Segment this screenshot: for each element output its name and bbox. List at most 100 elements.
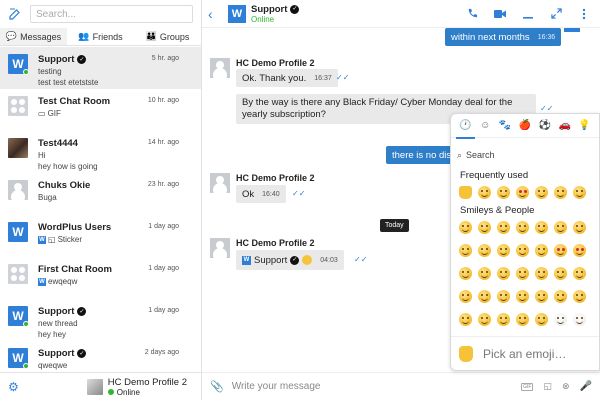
emoji[interactable] [535, 221, 548, 234]
compose-icon[interactable] [8, 7, 22, 21]
conversation-preview: testing [38, 67, 62, 76]
emoji[interactable] [573, 221, 586, 234]
emoji[interactable] [497, 221, 510, 234]
thumbs-up-emoji[interactable] [459, 186, 472, 199]
avatar: W [8, 222, 28, 242]
mention-chip[interactable]: W Support ✓ [242, 255, 313, 266]
objects-icon[interactable]: 💡 [578, 119, 591, 133]
emoji[interactable] [554, 221, 567, 234]
conversation-item[interactable]: First Chat Room Wewqeqw 1 day ago [0, 257, 201, 299]
emoji[interactable] [478, 290, 491, 303]
search-icon: ⌕ [457, 149, 463, 160]
tab-groups[interactable]: 👪 Groups [134, 28, 201, 45]
emoji[interactable] [459, 267, 472, 280]
grin-emoji[interactable] [535, 186, 548, 199]
food-icon[interactable]: 🍎 [519, 119, 532, 133]
incoming-message[interactable]: W Support ✓ 04:03 [236, 250, 344, 270]
emoji[interactable] [573, 290, 586, 303]
emoji[interactable] [516, 313, 529, 326]
heart-eyes-emoji[interactable] [516, 186, 529, 199]
outgoing-message[interactable]: within next months 16:36 [445, 28, 562, 46]
emoji[interactable] [535, 244, 548, 257]
back-arrow-icon[interactable]: ‹ [208, 6, 222, 22]
emoji[interactable] [478, 267, 491, 280]
sticker-icon[interactable]: ◱ [543, 381, 552, 392]
gif-button[interactable]: GIF [521, 382, 534, 391]
emoji[interactable] [516, 290, 529, 303]
laugh-emoji[interactable] [554, 186, 567, 199]
emoji[interactable] [497, 290, 510, 303]
emoji[interactable] [535, 267, 548, 280]
emoji[interactable] [478, 244, 491, 257]
tab-friends[interactable]: 👥 Friends [67, 28, 134, 45]
conversation-item[interactable]: W Support ✓ qweqwe 2 days ago [0, 341, 201, 372]
sidebar-footer: ⚙ HC Demo Profile 2 Online [0, 372, 201, 400]
gear-icon[interactable]: ⚙ [8, 380, 19, 394]
chat-title[interactable]: Support ✓ [251, 4, 300, 15]
emoji[interactable] [554, 244, 567, 257]
emoji[interactable] [554, 267, 567, 280]
outgoing-message[interactable]: there is no disc [386, 146, 456, 164]
video-icon[interactable] [494, 8, 506, 20]
message-input[interactable] [231, 376, 522, 397]
emoji-picker: 🕐 ☺ 🐾 🍎 ⚽ 🚗 💡 ⌕ Frequently used Smileys … [450, 113, 600, 371]
kiss-emoji[interactable] [497, 186, 510, 199]
conversation-item[interactable]: Chuks Okie Buga 23 hr. ago [0, 173, 201, 215]
smiley-icon[interactable]: ☺ [479, 119, 492, 133]
emoji[interactable] [554, 313, 567, 326]
activity-icon[interactable]: ⚽ [538, 119, 551, 133]
microphone-icon[interactable]: 🎤 [580, 381, 592, 392]
emoji[interactable] [535, 313, 548, 326]
emoji[interactable] [478, 221, 491, 234]
emoji[interactable] [516, 244, 529, 257]
emoji[interactable] [535, 290, 548, 303]
phone-icon[interactable] [466, 8, 478, 20]
read-check-icon: ✓✓ [354, 255, 368, 264]
minimize-icon[interactable] [522, 8, 534, 20]
conversation-item[interactable]: W WordPlus Users W ◱ Sticker 1 day ago [0, 215, 201, 257]
emoji[interactable] [497, 313, 510, 326]
emoji[interactable] [459, 221, 472, 234]
emoji[interactable] [459, 290, 472, 303]
conversation-item[interactable]: W Support ✓ testing test test etetstste 5… [0, 47, 201, 89]
recent-icon[interactable]: 🕐 [456, 119, 475, 139]
emoji[interactable] [459, 313, 472, 326]
users-icon: 👥 [78, 31, 90, 41]
current-user[interactable]: HC Demo Profile 2 Online [86, 376, 187, 397]
emoji[interactable] [554, 290, 567, 303]
verified-icon: ✓ [77, 349, 87, 358]
sidebar-tabs: 💬 Messages 👥 Friends 👪 Groups [0, 28, 201, 46]
avatar: W [564, 28, 580, 32]
emoji[interactable] [497, 267, 510, 280]
emoji[interactable] [573, 267, 586, 280]
expand-icon[interactable] [550, 8, 562, 20]
incoming-message[interactable]: Ok. Thank you. 16:37 [236, 69, 338, 87]
group-avatar [8, 96, 28, 116]
emoji[interactable] [516, 267, 529, 280]
paperclip-icon[interactable]: 📎 [210, 380, 224, 393]
emoji[interactable] [478, 313, 491, 326]
cancel-icon[interactable]: ⊗ [562, 381, 570, 392]
sweat-smile-emoji[interactable] [573, 186, 586, 199]
conversation-item[interactable]: Test Chat Room ▭ GIF 10 hr. ago [0, 89, 201, 131]
emoji[interactable] [516, 221, 529, 234]
emoji[interactable] [497, 244, 510, 257]
verified-icon: ✓ [290, 4, 300, 14]
animal-icon[interactable]: 🐾 [499, 119, 512, 133]
incoming-message[interactable]: Ok 16:40 [236, 185, 286, 203]
current-user-name: HC Demo Profile 2 [107, 376, 187, 388]
message-time: 16:40 [262, 190, 280, 198]
emoji[interactable] [459, 244, 472, 257]
conversation-item[interactable]: Test4444 Hi hey how is going 14 hr. ago [0, 131, 201, 173]
smile-emoji[interactable] [478, 186, 491, 199]
more-options-icon[interactable] [578, 8, 590, 20]
emoji[interactable] [573, 244, 586, 257]
chat-header: ‹ W Support ✓ Online [202, 0, 600, 28]
emoji[interactable] [573, 313, 586, 326]
conversation-item[interactable]: W Support ✓ new thread hey hey 1 day ago [0, 299, 201, 341]
emoji-search-input[interactable] [466, 150, 577, 160]
avatar [8, 180, 28, 200]
conversation-search-input[interactable] [30, 5, 193, 23]
travel-icon[interactable]: 🚗 [558, 119, 571, 133]
tab-messages[interactable]: 💬 Messages [0, 28, 67, 45]
